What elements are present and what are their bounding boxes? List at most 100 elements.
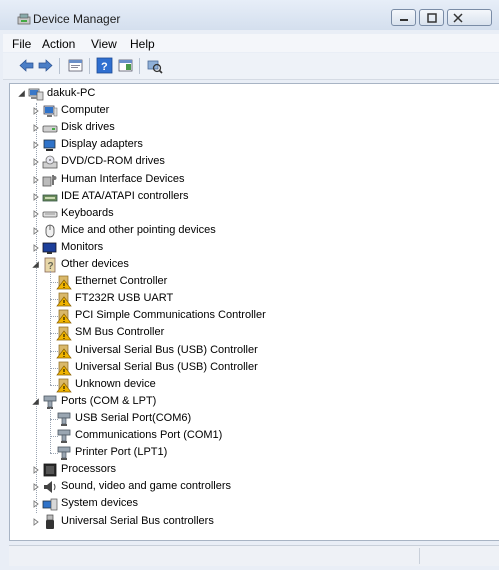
tree-item-label: Universal Serial Bus (USB) Controller (75, 343, 258, 356)
tree-item-label: Ethernet Controller (75, 275, 168, 288)
forward-icon[interactable] (37, 57, 54, 74)
expand-arrow-icon[interactable] (32, 465, 40, 475)
collapse-arrow-icon[interactable] (18, 89, 26, 97)
pc-icon (28, 86, 44, 102)
hid-icon (42, 172, 58, 188)
expand-arrow-icon[interactable] (32, 175, 40, 184)
warning-icon (56, 325, 72, 341)
title-bar[interactable]: Device Manager (0, 0, 499, 30)
system-icon (42, 496, 58, 512)
expand-arrow-icon[interactable] (32, 226, 40, 235)
menu-bar: File Action View Help (3, 34, 499, 52)
toolbar: ? (3, 53, 499, 80)
menu-file[interactable]: File (12, 37, 31, 51)
tree-device-item[interactable]: Printer Port (LPT1) (10, 445, 480, 461)
tree-item-label: Universal Serial Bus controllers (61, 514, 214, 527)
tree-category-item[interactable]: ? Other devices (10, 257, 480, 273)
usb-icon (42, 514, 58, 530)
tree-device-item[interactable]: Universal Serial Bus (USB) Controller (10, 360, 480, 376)
minimize-button[interactable] (391, 9, 416, 26)
close-button[interactable] (447, 9, 492, 26)
tree-category-item[interactable]: Ports (COM & LPT) (10, 394, 480, 410)
port-icon (56, 428, 72, 444)
tree-device-item[interactable]: FT232R USB UART (10, 291, 480, 307)
sound-icon (42, 479, 58, 495)
keyboard-icon (42, 206, 58, 222)
properties-icon[interactable] (67, 57, 84, 74)
tree-category-item[interactable]: Human Interface Devices (10, 172, 480, 188)
expand-arrow-icon[interactable] (32, 209, 40, 218)
display-icon (42, 137, 58, 153)
tree-guide-line (50, 299, 58, 301)
tree-guide-line (50, 436, 58, 437)
tree-device-item[interactable]: Universal Serial Bus (USB) Controller (10, 343, 480, 359)
warning-icon (56, 274, 72, 290)
menu-action[interactable]: Action (42, 37, 75, 51)
device-tree[interactable]: dakuk-PC Computer Disk drives Display adapt… (9, 83, 499, 541)
tree-guide-line (50, 384, 58, 386)
tree-item-label: Other devices (61, 258, 129, 270)
tree-guide-line (50, 407, 51, 454)
expand-arrow-icon[interactable] (32, 140, 40, 150)
maximize-button[interactable] (419, 9, 444, 26)
expand-arrow-icon[interactable] (32, 192, 40, 201)
dvd-icon (42, 154, 58, 170)
tree-category-item[interactable]: Keyboards (10, 206, 480, 222)
back-icon[interactable] (18, 57, 35, 74)
tree-item-label: USB Serial Port(COM6) (75, 411, 192, 424)
tree-device-item[interactable]: USB Serial Port(COM6) (10, 411, 480, 427)
tree-device-item[interactable]: SM Bus Controller (10, 325, 480, 341)
tree-item-label: DVD/CD-ROM drives (61, 155, 165, 168)
tree-guide-line (50, 350, 58, 352)
tree-device-item[interactable]: Ethernet Controller (10, 274, 480, 290)
tree-category-item[interactable]: DVD/CD-ROM drives (10, 154, 480, 170)
expand-arrow-icon[interactable] (32, 106, 40, 115)
collapse-arrow-icon[interactable] (32, 397, 40, 405)
tree-category-item[interactable]: Mice and other pointing devices (10, 223, 480, 239)
expand-arrow-icon[interactable] (32, 157, 40, 167)
tree-category-item[interactable]: Computer (10, 103, 480, 119)
collapse-arrow-icon[interactable] (32, 260, 40, 268)
warning-icon (56, 377, 72, 393)
tree-category-item[interactable]: Display adapters (10, 137, 480, 153)
tree-guide-line (50, 282, 58, 284)
tree-item-label: Human Interface Devices (61, 172, 185, 185)
monitor-icon (42, 240, 58, 256)
tree-root-item[interactable]: dakuk-PC (10, 86, 480, 102)
tree-item-label: Unknown device (75, 377, 156, 390)
svg-text:?: ? (101, 61, 108, 73)
tree-guide-line (50, 367, 58, 369)
tree-category-item[interactable]: Monitors (10, 240, 480, 256)
tree-item-label: SM Bus Controller (75, 326, 165, 339)
expand-arrow-icon[interactable] (32, 499, 40, 509)
tree-category-item[interactable]: IDE ATA/ATAPI controllers (10, 189, 480, 205)
tree-category-item[interactable]: Sound, video and game controllers (10, 479, 480, 495)
minimize-icon (400, 19, 408, 21)
tree-item-label: Sound, video and game controllers (61, 480, 231, 493)
tree-device-item[interactable]: Communications Port (COM1) (10, 428, 480, 444)
expand-arrow-icon[interactable] (32, 243, 40, 252)
maximize-icon (427, 13, 437, 23)
scan-hardware-icon[interactable] (146, 57, 163, 74)
expand-arrow-icon[interactable] (32, 517, 40, 526)
disk-icon (42, 120, 58, 136)
tree-device-item[interactable]: Unknown device (10, 377, 480, 393)
tree-category-item[interactable]: System devices (10, 496, 480, 512)
tree-device-item[interactable]: PCI Simple Communications Controller (10, 308, 480, 324)
device-manager-app-icon (17, 13, 31, 25)
tree-guide-line (50, 333, 58, 335)
tree-category-item[interactable]: Disk drives (10, 120, 480, 136)
tree-item-label: FT232R USB UART (75, 292, 174, 305)
show-hidden-icon[interactable] (117, 57, 134, 74)
menu-view[interactable]: View (91, 37, 117, 51)
expand-arrow-icon[interactable] (32, 482, 40, 492)
device-manager-window: Device Manager File Action View Help ? d… (0, 0, 499, 570)
tree-category-item[interactable]: Universal Serial Bus controllers (10, 514, 480, 530)
tree-item-label: Ports (COM & LPT) (61, 394, 157, 407)
help-icon[interactable]: ? (96, 57, 113, 74)
tree-guide-line (50, 418, 58, 420)
expand-arrow-icon[interactable] (32, 123, 40, 133)
tree-item-label: Keyboards (61, 206, 114, 219)
tree-category-item[interactable]: Processors (10, 462, 480, 478)
menu-help[interactable]: Help (130, 37, 155, 51)
